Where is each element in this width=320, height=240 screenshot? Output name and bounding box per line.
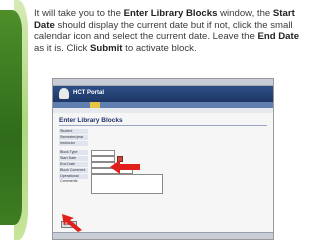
portal-logo-icon	[59, 88, 69, 99]
form-row-student: Student	[59, 129, 267, 134]
form-row-end-date: End Date	[59, 161, 267, 168]
portal-banner: HCT Portal	[53, 86, 273, 102]
field-label: Semester/year	[59, 135, 88, 140]
field-label: Start Date	[59, 156, 88, 161]
field-label: Operational Comments	[59, 174, 88, 183]
field-label: Block Type	[59, 150, 88, 155]
form-row-semester: Semester/year	[59, 135, 267, 140]
form-row-start-date: Start Date	[59, 155, 267, 162]
embedded-portal-screenshot: HCT Portal Enter Library Blocks Student …	[52, 78, 274, 240]
form-row-block-comment: Block Comment	[59, 167, 267, 174]
instruction-part: window, the	[217, 8, 273, 19]
field-label: Student	[59, 129, 88, 134]
arrow-to-start-date-icon	[110, 160, 140, 174]
title-divider	[59, 125, 267, 126]
nav-item-active[interactable]	[89, 102, 100, 108]
nav-item[interactable]	[102, 102, 113, 108]
browser-titlebar	[53, 79, 273, 86]
instruction-bold-end-date: End Date	[257, 31, 300, 43]
nav-item[interactable]	[79, 102, 88, 108]
portal-brand: HCT Portal	[73, 90, 105, 96]
operational-comments-textarea[interactable]	[91, 174, 163, 194]
field-label: Instructor	[59, 141, 88, 146]
field-label: Block Comment	[59, 168, 88, 173]
instruction-text: It will take you to the Enter Library Bl…	[34, 8, 310, 54]
instruction-bold-window: Enter Library Blocks	[123, 8, 218, 19]
instruction-part: should display the current date but if n…	[34, 19, 293, 43]
nav-item[interactable]	[115, 102, 125, 108]
page-title: Enter Library Blocks	[59, 117, 123, 124]
form-row-block-type: Block Type	[59, 149, 267, 156]
instruction-part: as it is. Click	[34, 42, 90, 54]
breadcrumb	[53, 108, 273, 113]
instruction-part: to activate block.	[122, 42, 197, 54]
form-row-operational-comments: Operational Comments	[59, 174, 267, 194]
decorative-leaf-dark	[0, 10, 22, 225]
instruction-bold-submit: Submit	[89, 42, 123, 54]
instruction-part: It will take you to the	[34, 8, 124, 19]
arrow-to-submit-icon	[62, 214, 82, 232]
form-row-instructor: Instructor	[59, 141, 267, 146]
browser-statusbar	[53, 232, 273, 239]
nav-item[interactable]	[126, 102, 138, 108]
field-label: End Date	[59, 162, 88, 167]
